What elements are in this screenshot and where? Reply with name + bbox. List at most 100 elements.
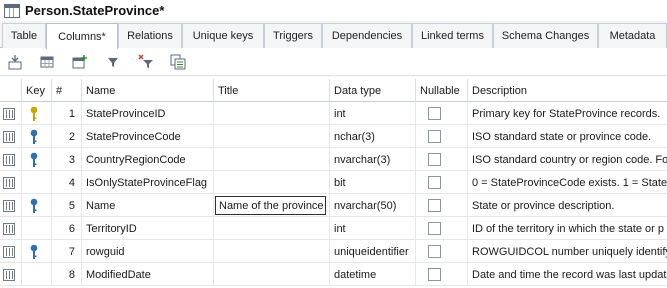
column-icon <box>3 199 15 212</box>
description-cell[interactable]: 0 = StateProvinceCode exists. 1 = State <box>468 171 667 194</box>
name-cell[interactable]: rowguid <box>82 240 214 263</box>
tab-triggers[interactable]: Triggers <box>264 23 322 48</box>
data-type-cell[interactable]: uniqueidentifier <box>330 240 416 263</box>
name-cell[interactable]: Name <box>82 194 214 217</box>
table-row[interactable]: 1 StateProvinceID int Primary key for State… <box>0 102 667 125</box>
description-cell[interactable]: ID of the territory in which the state o… <box>468 217 667 240</box>
description-cell[interactable]: Date and time the record was last updat <box>468 263 667 286</box>
nullable-checkbox-cell <box>416 240 468 263</box>
tab-bar: Table Columns* Relations Unique keys Tri… <box>0 21 667 49</box>
nullable-checkbox[interactable] <box>428 176 441 189</box>
name-cell[interactable]: IsOnlyStateProvinceFlag <box>82 171 214 194</box>
column-icon <box>3 130 15 143</box>
description-cell[interactable]: ISO standard country or region code. Fo <box>468 148 667 171</box>
row-selector[interactable] <box>0 125 22 148</box>
description-cell[interactable]: ROWGUIDCOL number uniquely identifyi <box>468 240 667 263</box>
data-type-cell[interactable]: nchar(3) <box>330 125 416 148</box>
nullable-checkbox[interactable] <box>428 153 441 166</box>
title-cell[interactable] <box>214 240 330 263</box>
header-num[interactable]: # <box>52 79 82 102</box>
unique-key-icon <box>30 129 38 144</box>
clear-filter-icon[interactable] <box>137 53 155 71</box>
name-cell[interactable]: StateProvinceCode <box>82 125 214 148</box>
header-title[interactable]: Title <box>214 79 330 102</box>
nullable-checkbox[interactable] <box>428 130 441 143</box>
row-selector[interactable] <box>0 171 22 194</box>
data-type-cell[interactable]: int <box>330 102 416 125</box>
key-cell <box>22 263 52 286</box>
row-selector[interactable] <box>0 240 22 263</box>
copy-icon[interactable] <box>169 53 187 71</box>
header-description[interactable]: Description <box>468 79 667 102</box>
tab-dependencies[interactable]: Dependencies <box>322 23 412 48</box>
header-nullable[interactable]: Nullable <box>416 79 468 102</box>
table-row[interactable]: 6 TerritoryID int ID of the territory in wh… <box>0 217 667 240</box>
nullable-checkbox[interactable] <box>428 199 441 212</box>
ordinal-cell: 6 <box>52 217 82 240</box>
title-cell[interactable] <box>214 102 330 125</box>
tab-table[interactable]: Table <box>2 23 46 48</box>
column-icon <box>3 176 15 189</box>
ordinal-cell: 3 <box>52 148 82 171</box>
row-selector[interactable] <box>0 148 22 171</box>
tab-unique-keys[interactable]: Unique keys <box>182 23 264 48</box>
table-row[interactable]: 3 CountryRegionCode nvarchar(3) ISO standar… <box>0 148 667 171</box>
grid-header: Key # Name Title Data type Nullable Desc… <box>0 79 667 102</box>
nullable-checkbox[interactable] <box>428 268 441 281</box>
data-type-cell[interactable]: datetime <box>330 263 416 286</box>
row-selector[interactable] <box>0 263 22 286</box>
row-selector[interactable] <box>0 194 22 217</box>
key-cell <box>22 240 52 263</box>
table-icon[interactable] <box>38 53 56 71</box>
tab-metadata[interactable]: Metadata <box>598 23 667 48</box>
columns-grid: Key # Name Title Data type Nullable Desc… <box>0 79 667 288</box>
tab-schema-changes[interactable]: Schema Changes <box>493 23 598 48</box>
row-selector[interactable] <box>0 102 22 125</box>
tab-linked-terms[interactable]: Linked terms <box>412 23 493 48</box>
add-column-icon[interactable] <box>71 53 89 71</box>
title-cell[interactable] <box>214 148 330 171</box>
column-icon <box>3 153 15 166</box>
data-type-cell[interactable]: bit <box>330 171 416 194</box>
title-cell[interactable] <box>214 217 330 240</box>
table-icon <box>4 3 20 18</box>
table-row[interactable]: 2 StateProvinceCode nchar(3) ISO standard s… <box>0 125 667 148</box>
title-cell[interactable] <box>214 171 330 194</box>
data-type-cell[interactable]: nvarchar(3) <box>330 148 416 171</box>
header-name[interactable]: Name <box>82 79 214 102</box>
nullable-checkbox[interactable] <box>428 107 441 120</box>
header-key[interactable]: Key <box>22 79 52 102</box>
description-cell[interactable]: ISO standard state or province code. <box>468 125 667 148</box>
table-row[interactable]: 8 ModifiedDate datetime Date and time the r… <box>0 263 667 286</box>
title-edit-field[interactable]: Name of the province <box>215 196 326 215</box>
header-row-selector[interactable] <box>0 79 22 102</box>
tab-relations[interactable]: Relations <box>118 23 182 48</box>
name-cell[interactable]: StateProvinceID <box>82 102 214 125</box>
description-cell[interactable]: State or province description. <box>468 194 667 217</box>
name-cell[interactable]: ModifiedDate <box>82 263 214 286</box>
title-cell[interactable] <box>214 263 330 286</box>
key-cell <box>22 171 52 194</box>
table-row[interactable]: 7 rowguid uniqueidentifier ROWGUIDCOL numbe… <box>0 240 667 263</box>
nullable-checkbox-cell <box>416 148 468 171</box>
import-icon[interactable] <box>6 53 24 71</box>
title-bar: Person.StateProvince* <box>0 0 667 21</box>
table-row[interactable]: 4 IsOnlyStateProvinceFlag bit 0 = StateProv… <box>0 171 667 194</box>
title-cell[interactable] <box>214 125 330 148</box>
ordinal-cell: 4 <box>52 171 82 194</box>
nullable-checkbox[interactable] <box>428 245 441 258</box>
name-cell[interactable]: CountryRegionCode <box>82 148 214 171</box>
nullable-checkbox[interactable] <box>428 222 441 235</box>
table-row[interactable]: 5 Name Name of the province nvarchar(50) Sta… <box>0 194 667 217</box>
name-cell[interactable]: TerritoryID <box>82 217 214 240</box>
data-type-cell[interactable]: nvarchar(50) <box>330 194 416 217</box>
description-cell[interactable]: Primary key for StateProvince records. <box>468 102 667 125</box>
title-cell[interactable]: Name of the province <box>214 194 330 217</box>
nullable-checkbox-cell <box>416 194 468 217</box>
header-data-type[interactable]: Data type <box>330 79 416 102</box>
filter-icon[interactable] <box>104 53 122 71</box>
ordinal-cell: 8 <box>52 263 82 286</box>
data-type-cell[interactable]: int <box>330 217 416 240</box>
row-selector[interactable] <box>0 217 22 240</box>
tab-columns[interactable]: Columns* <box>46 23 118 49</box>
